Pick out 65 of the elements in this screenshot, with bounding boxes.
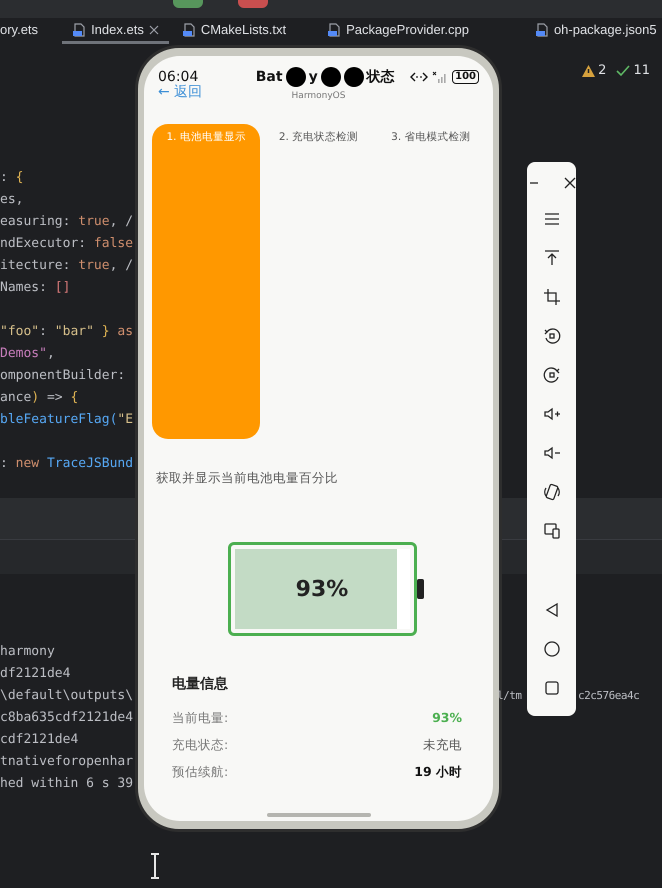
info-value: 19 小时 [414,763,462,782]
info-value: 93% [432,709,462,728]
pin-top-icon[interactable] [542,248,560,266]
page-title: y [308,68,318,86]
code-line: omponentBuilder: [0,367,126,385]
warning-icon [582,65,596,77]
home-icon[interactable] [542,640,560,658]
code-line: Demos", [0,345,56,363]
info-label: 预估续航: [172,763,228,782]
console-line: tnativeforopenhar [0,753,134,771]
file-icon [182,22,196,36]
console-line: hed within 6 s 39 [0,775,134,793]
editor-tab[interactable]: Index.ets [62,18,169,44]
multi-device-icon[interactable] [542,522,560,540]
console-text: c2c576ea4c [578,688,640,704]
code-line: : { [0,169,24,187]
description-text: 获取并显示当前电池电量百分比 [155,468,339,486]
info-label: 当前电量: [172,709,228,728]
signal-icon [432,71,448,83]
console-line: \default\outputs\ [0,687,134,705]
editor-tab[interactable]: CMakeLists.txt [172,18,296,44]
rotate-left-icon[interactable] [542,326,560,344]
file-icon [72,22,86,36]
editor-tab[interactable]: oh-package.json5 [524,18,662,44]
console-line: c8ba635cdf2121de4 [0,709,134,727]
console-line: harmony [0,643,55,661]
file-icon [534,22,549,36]
camera-cutout [344,67,364,87]
rotate-device-icon[interactable] [542,482,560,500]
editor-tab[interactable]: ory.ets [0,18,48,44]
battery-status: 100 [452,70,479,84]
text-cursor-icon [149,853,161,879]
code-line: es, [0,191,24,209]
battery-reading: 93% [296,576,348,604]
code-line: ance) => { [0,389,80,407]
recent-apps-icon[interactable] [542,678,560,696]
page-subtitle: HarmonyOS [292,91,346,101]
code-line: bleFeatureFlag("E [0,411,134,429]
code-line: itecture: true, / [0,257,134,275]
step-tab[interactable]: 2. 充电状态检测 [264,124,373,152]
code-line: Names: [] [0,279,72,297]
page-title: Bat [256,68,283,86]
code-line: "foo": "bar" } as [0,323,134,341]
close-icon [148,24,159,34]
code-line: easuring: true, / [0,213,134,231]
editor-tab[interactable]: PackageProvider.cpp [317,18,479,44]
console-line: df2121de4 [0,665,70,683]
check-count: 11 [633,62,650,80]
page-title: 状态 [366,68,395,86]
status-time: 06:04 [158,70,198,84]
file-icon [327,22,342,36]
check-icon [616,65,630,77]
crop-icon[interactable] [542,288,560,306]
camera-cutout [320,67,341,87]
step-tab[interactable]: 3. 省电模式检测 [376,124,485,152]
console-line: cdf2121de4 [0,731,78,749]
info-value: 未充电 [423,736,462,754]
link-icon [410,71,428,83]
rotate-right-icon[interactable] [542,366,560,384]
code-line: ndExecutor: false [0,235,134,253]
camera-cutout [286,67,306,87]
info-label: 充电状态: [172,736,228,754]
section-title: 电量信息 [172,675,229,694]
code-line: : new TraceJSBund [0,455,134,473]
warning-count: 2 [598,62,606,80]
